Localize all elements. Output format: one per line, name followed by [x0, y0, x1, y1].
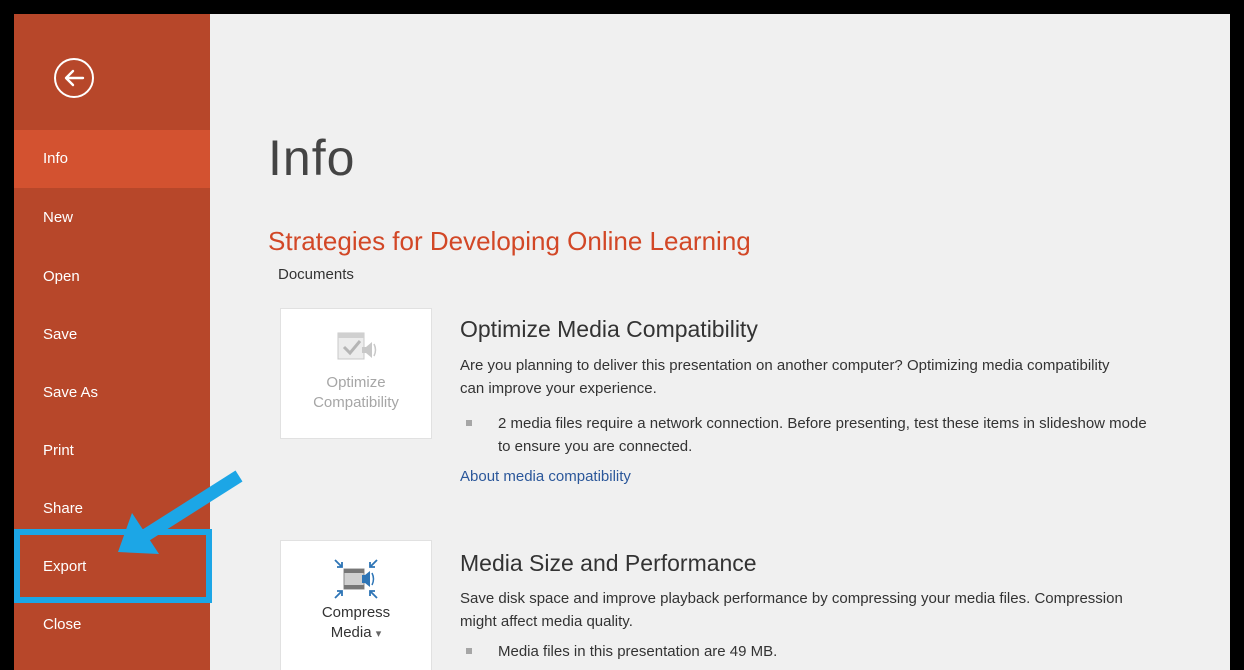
optimize-compatibility-button[interactable]: Optimize Compatibility — [280, 308, 432, 439]
optimize-tile-label-line1: Optimize — [326, 374, 386, 391]
optimize-heading: Optimize Media Compatibility — [460, 316, 758, 342]
compress-tile-label-text: Media — [330, 624, 372, 641]
backstage-window: Info New Open Save Save As Print Share E… — [14, 14, 1230, 670]
optimize-description: Are you planning to deliver this present… — [460, 357, 1110, 397]
compress-heading: Media Size and Performance — [460, 550, 757, 576]
dropdown-caret-icon: ▾ — [375, 628, 382, 640]
compress-tile-label-line2: Media ▾ — [281, 623, 431, 644]
compress-tile-label-line1: Compress — [321, 604, 391, 621]
optimize-bullet-text: 2 media files require a network connecti… — [498, 415, 1147, 455]
info-pane: Info Strategies for Developing Online Le… — [210, 14, 1230, 670]
compress-media-button[interactable]: Compress Media ▾ — [280, 540, 432, 670]
compress-description: Save disk space and improve playback per… — [460, 590, 1123, 630]
bullet-square-icon — [466, 420, 472, 426]
optimize-bullet: 2 media files require a network connecti… — [460, 412, 1160, 458]
page-title: Info — [268, 130, 356, 186]
optimize-media-icon — [337, 332, 377, 360]
compress-media-icon — [334, 559, 378, 599]
annotation-arrow-icon — [118, 470, 243, 554]
document-location[interactable]: Documents — [278, 266, 354, 283]
about-media-compatibility-link[interactable]: About media compatibility — [460, 468, 631, 485]
nav-item-close[interactable]: Close — [14, 596, 210, 654]
document-title: Strategies for Developing Online Learnin… — [268, 226, 751, 256]
optimize-tile-label-line2: Compatibility — [313, 394, 399, 411]
compress-bullet-text: Media files in this presentation are 49 … — [498, 643, 778, 660]
compress-bullet: Media files in this presentation are 49 … — [460, 640, 1160, 663]
bullet-square-icon — [466, 648, 472, 654]
